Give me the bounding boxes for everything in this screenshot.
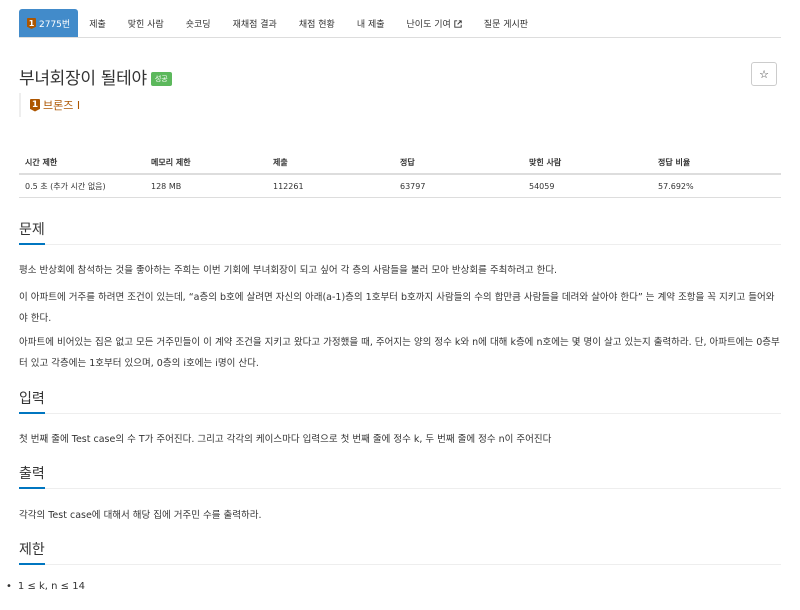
limit-headline: 제한 [19,539,781,565]
header-memory-limit: 메모리 제한 [145,152,267,175]
value-accept-ratio: 57.692% [652,174,781,198]
value-accepted: 63797 [394,174,523,198]
tab-status[interactable]: 채점 현황 [288,9,346,38]
bullet: • [6,581,12,592]
header-accept-ratio: 정답 비율 [652,152,781,175]
header-time-limit: 시간 제한 [19,152,145,175]
value-time-limit: 0.5 초 (추가 시간 없음) [19,174,145,198]
input-title: 입력 [19,388,45,414]
list-item: • 1 ≤ k, n ≤ 14 [6,581,85,592]
star-icon: ☆ [759,67,769,81]
tab-difficulty-contribution[interactable]: 난이도 기여 [396,9,473,38]
tab-question-board[interactable]: 질문 게시판 [473,9,539,38]
constraint-text: 1 ≤ k, n ≤ 14 [17,581,85,592]
header-submissions: 제출 [267,152,394,175]
input-paragraph: 첫 번째 줄에 Test case의 수 T가 주어진다. 그리고 각각의 케이… [19,434,552,445]
problem-menu-tabs: 1 2775번 제출 맞힌 사람 숏코딩 재채점 결과 채점 현황 내 제출 난… [19,8,781,38]
bronze-tier-icon: 1 [30,98,40,112]
tab-submit[interactable]: 제출 [78,9,117,38]
description-headline: 문제 [19,219,781,245]
problem-info-table: 시간 제한 메모리 제한 제출 정답 맞힌 사람 정답 비율 0.5 초 (추가… [19,152,781,198]
tab-difficulty-label: 난이도 기여 [406,20,451,30]
output-paragraph: 각각의 Test case에 대해서 해당 집에 거주민 수를 출력하라. [19,510,262,521]
tab-rejudge-results[interactable]: 재채점 결과 [222,9,288,38]
star-button[interactable]: ☆ [751,62,777,86]
tab-accepted-users[interactable]: 맞힌 사람 [117,9,175,38]
bronze-tier-icon: 1 [27,18,36,29]
table-header-row: 시간 제한 메모리 제한 제출 정답 맞힌 사람 정답 비율 [19,152,781,175]
header-accepted-users: 맞힌 사람 [523,152,652,175]
header-accepted: 정답 [394,152,523,175]
tier-label: 브론즈 I [43,99,81,112]
output-headline: 출력 [19,463,781,489]
value-memory-limit: 128 MB [145,174,267,198]
problem-title: 부녀회장이 될테야 [19,69,147,89]
description-paragraph-2: 이 아파트에 거주를 하려면 조건이 있는데, “a층의 b호에 살려면 자신의… [19,292,775,324]
value-accepted-users: 54059 [523,174,652,198]
nav-divider [19,37,781,38]
problem-tier[interactable]: 1 브론즈 I [19,93,80,117]
input-headline: 입력 [19,388,781,414]
tab-problem-label: 2775번 [39,20,71,30]
external-link-icon [454,19,462,28]
value-submissions: 112261 [267,174,394,198]
tab-problem[interactable]: 1 2775번 [19,9,79,38]
limit-title: 제한 [19,539,45,565]
output-title: 출력 [19,463,45,489]
tab-short-coding[interactable]: 숏코딩 [175,9,222,38]
table-row: 0.5 초 (추가 시간 없음) 128 MB 112261 63797 540… [19,174,781,198]
tab-my-submissions[interactable]: 내 제출 [346,9,396,38]
description-paragraph-1: 평소 반상회에 참석하는 것을 좋아하는 주희는 이번 기회에 부녀회장이 되고… [19,265,558,276]
status-badge: 성공 [150,71,172,86]
problem-title-row: 부녀회장이 될테야 성공 [19,64,172,89]
description-title: 문제 [19,219,45,245]
description-paragraph-3: 아파트에 비어있는 집은 없고 모든 거주민들이 이 계약 조건을 지키고 왔다… [19,337,780,369]
